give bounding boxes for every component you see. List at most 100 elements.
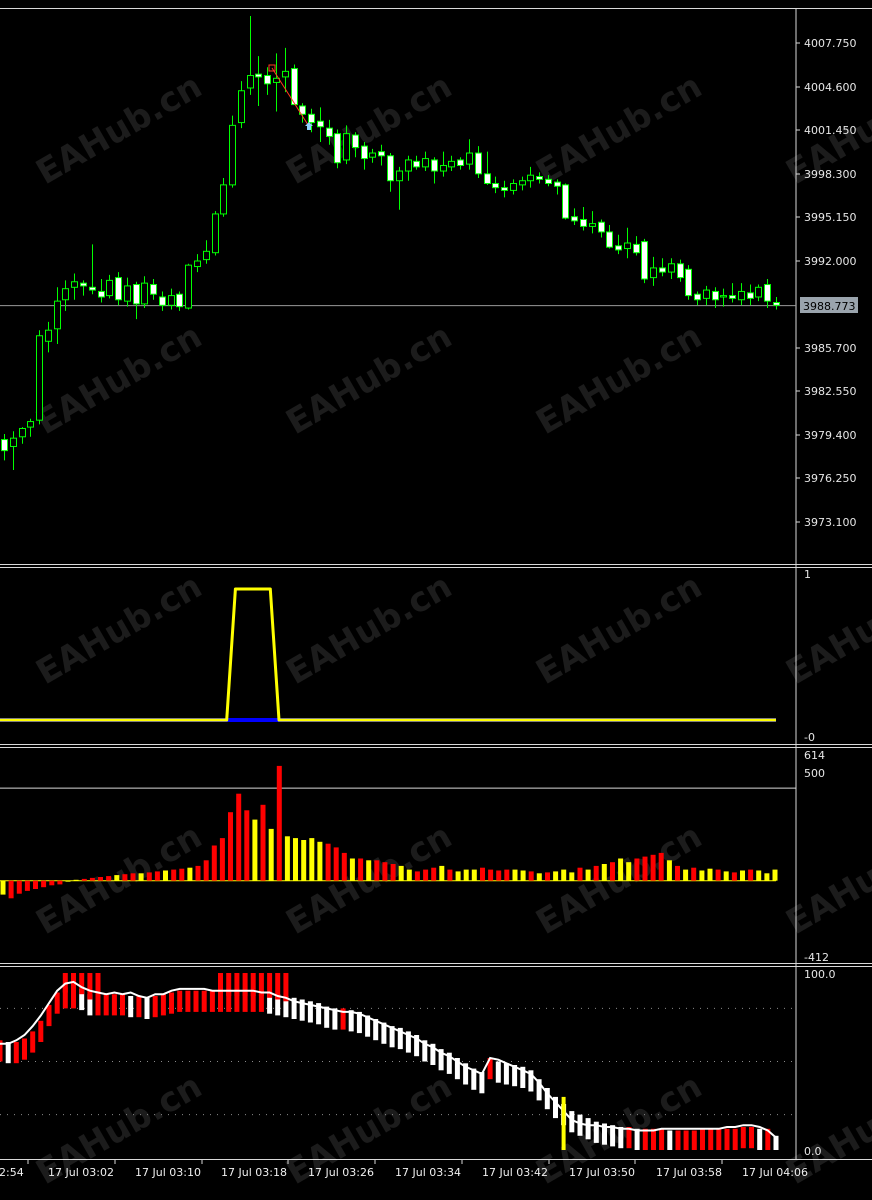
hist-bar [650,854,656,881]
osc-bar [120,994,125,1016]
osc-signal-marker [561,1096,566,1150]
hist-bar [0,880,6,895]
hist-bar [16,880,22,894]
price-tick: 3979.400 [804,429,857,442]
osc-bar [683,1130,689,1150]
hist-bar [301,840,307,881]
candle-body [738,290,745,301]
hist-bar [414,871,420,881]
candle-body [141,282,148,305]
candle-body [343,133,350,161]
candle-body [36,335,43,421]
hist-bar [504,869,510,881]
candle-body [176,293,183,308]
osc-bar [128,996,134,1018]
osc-extreme-bar [87,973,93,1000]
time-label: 17 Jul 03:42 [482,1166,548,1179]
watermark-text: EAHub.cn [780,566,872,693]
candle-body [291,68,298,106]
hist-bar [610,862,615,881]
hist-bar [406,869,412,881]
osc-bar [185,990,191,1012]
hist-bar [675,865,680,881]
candle-body [633,243,640,254]
time-label: 17 Jul 03:50 [569,1166,635,1179]
osc-extreme-bar [95,973,101,1000]
candle-body [712,290,719,301]
hist-bar [618,858,624,881]
hist-bar [171,869,177,881]
osc-bar [577,1114,583,1136]
candle-body [562,184,569,219]
candle-body [659,267,666,273]
price-tick: 3995.150 [804,211,857,224]
hist-bar [211,845,217,881]
candle-body [703,289,710,299]
osc-bar [5,1042,11,1064]
candle-body [247,75,254,89]
hist-bar [447,869,453,881]
price-tick: 3982.550 [804,385,857,398]
hist-bar [228,812,233,881]
hist-bar [691,867,697,881]
time-axis: 02:54 17 Jul 03:02 17 Jul 03:10 17 Jul 03:1… [0,1159,808,1179]
osc-bar [160,994,166,1016]
osc-bar [13,1042,19,1064]
candle-body [326,127,333,137]
hist-bar [764,873,770,881]
signal-tick-bottom: -0 [804,731,815,744]
osc-bar [716,1128,722,1150]
candle-body [677,263,684,279]
candle-body [466,152,473,165]
candle-body [694,293,701,301]
watermark-text: EAHub.cn [530,316,709,443]
candle-body [545,178,552,184]
osc-bar [691,1130,697,1150]
time-label: 17 Jul 03:58 [656,1166,722,1179]
hist-bar [699,870,705,881]
hist-bar [163,870,168,881]
osc-extreme-bar [242,973,248,996]
candle-body [185,264,192,309]
candle-body [668,263,675,273]
osc-bar [111,994,117,1016]
osc-bar [54,992,60,1014]
hist-bar [236,793,242,881]
candle-body [571,216,578,222]
trading-chart[interactable]: EAHub.cn EAHub.cn EAHub.cn EAHub.cn EAHub.cn… [0,0,872,1200]
price-tick: 3998.300 [804,168,857,181]
candle-body [580,218,587,227]
candle-body [729,295,736,299]
hist-bar [203,860,209,881]
hist-bar [512,869,518,881]
hist-bar [528,871,534,881]
candle-body [282,70,289,78]
candle-body [264,75,271,85]
osc-bar [618,1127,624,1149]
hist-bar [382,862,388,881]
osc-bar [634,1128,640,1150]
hist-bar [463,869,469,881]
signal-tick-top: 1 [804,568,811,581]
price-tick: 3992.000 [804,255,857,268]
hist-bar [731,872,737,881]
candle-body [484,173,491,184]
candle-body [220,184,227,215]
candle-body [133,284,140,305]
candle-body [492,182,499,189]
candle-body [685,268,692,297]
hist-bar [98,877,103,881]
osc-bar [152,996,158,1018]
hist-bar [81,878,87,881]
price-tick: 4004.600 [804,81,857,94]
hist-bar [553,871,559,881]
hist-bar [561,869,567,881]
hist-bar [601,864,607,881]
osc-bar [667,1130,673,1150]
watermark-text: EAHub.cn [530,566,709,693]
time-label: 17 Jul 03:26 [308,1166,374,1179]
candle-body [1,439,8,452]
hist-bar [390,864,396,881]
candle-body [89,286,96,291]
time-label: 17 Jul 03:10 [135,1166,201,1179]
